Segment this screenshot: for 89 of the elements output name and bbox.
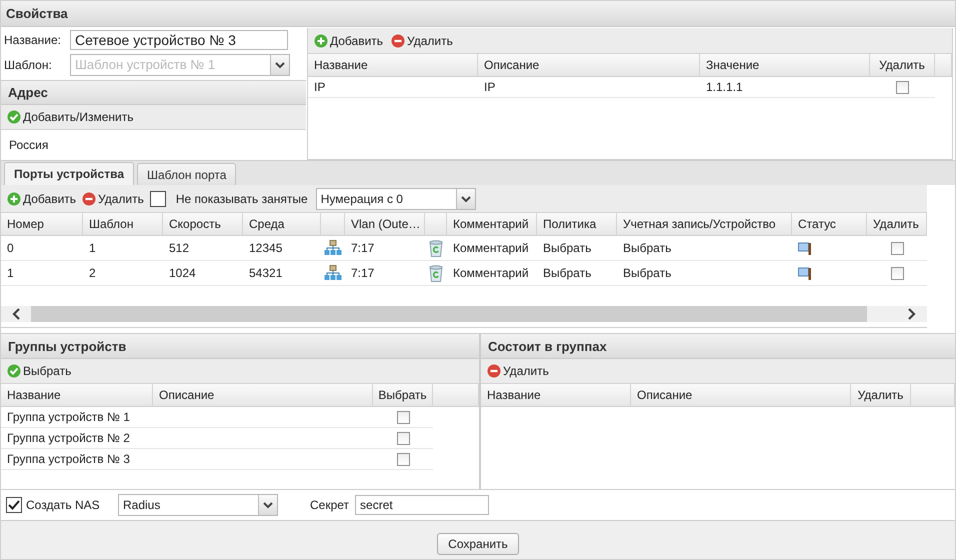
tab[interactable]: Шаблон порта (137, 163, 236, 185)
column-header[interactable]: Значение (700, 54, 870, 76)
add-button[interactable]: Добавить (7, 192, 76, 206)
delete-button[interactable]: Удалить (82, 192, 144, 206)
remove-icon (487, 364, 501, 378)
column-header[interactable]: Выбрать (373, 384, 433, 406)
trash-icon[interactable] (429, 264, 443, 282)
create-nas-checkbox[interactable] (6, 497, 22, 513)
tab[interactable]: Порты устройства (4, 162, 134, 185)
table-cell-text: 512 (168, 240, 190, 257)
column-header[interactable]: Удалить (870, 54, 935, 76)
address-text: Россия (9, 138, 48, 152)
column-header[interactable]: Название (481, 384, 631, 406)
column-header[interactable]: Удалить (867, 213, 927, 235)
column-header[interactable]: Номер (1, 213, 83, 235)
column-header[interactable]: Название (308, 54, 478, 76)
table-cell-text: Группа устройств № 3 (6, 451, 131, 468)
table-cell-text: IP (313, 79, 326, 96)
column-header[interactable]: Комментарий (447, 213, 537, 235)
panel-title: Свойства (6, 6, 68, 21)
column-header[interactable]: Скорость (163, 213, 243, 235)
delete-button[interactable]: Удалить (487, 364, 549, 378)
delete-checkbox[interactable] (896, 80, 909, 94)
column-header[interactable]: Учетная запись/Устройство (617, 213, 792, 235)
horizontal-scrollbar[interactable] (1, 306, 927, 322)
check-icon (7, 364, 21, 378)
table-cell-text: 7:17 (350, 240, 376, 257)
table-cell-text: 1.1.1.1 (705, 79, 744, 96)
column-header[interactable]: Описание (631, 384, 851, 406)
add-button[interactable]: Добавить (314, 34, 384, 48)
field-label: Шаблон: (3, 58, 53, 72)
status-flag-icon (798, 266, 812, 280)
checkbox-label: Создать NAS (26, 498, 101, 512)
table-cell-text: Выбрать (622, 240, 672, 257)
column-header[interactable]: Среда (243, 213, 321, 235)
table-cell-text: Комментарий (452, 265, 530, 282)
name-field[interactable]: Сетевое устройство № 3 (70, 30, 288, 50)
table-cell-text: 7:17 (350, 265, 376, 282)
table-cell-text: Комментарий (452, 240, 530, 257)
section-title: Адрес (8, 85, 48, 100)
remove-icon (391, 34, 406, 48)
remove-icon (82, 192, 96, 206)
table-cell-text: 54321 (248, 265, 284, 282)
table-cell-text: IP (483, 79, 496, 96)
delete-checkbox[interactable] (890, 266, 904, 280)
select-checkbox[interactable] (396, 452, 410, 466)
section-title: Группы устройств (8, 338, 126, 354)
numbering-select[interactable]: Нумерация с 0 (316, 188, 476, 210)
section-title: Состоит в группах (488, 338, 607, 354)
network-icon[interactable] (324, 265, 342, 281)
column-header[interactable]: Статус (792, 213, 867, 235)
scroll-left-icon[interactable] (11, 308, 21, 320)
table-cell-text: Выбрать (622, 265, 672, 282)
column-header[interactable]: Удалить (851, 384, 911, 406)
delete-checkbox[interactable] (890, 242, 904, 254)
check-icon (7, 110, 21, 124)
network-icon[interactable] (324, 240, 342, 256)
add-icon (314, 34, 328, 48)
table-cell-text: 0 (6, 240, 15, 257)
column-header[interactable]: Политика (537, 213, 617, 235)
column-header[interactable]: Описание (153, 384, 373, 406)
field-label: Название: (3, 32, 62, 46)
protocol-select[interactable]: Radius (118, 494, 278, 516)
select-button[interactable]: Выбрать (7, 364, 72, 378)
column-header[interactable]: Описание (478, 54, 700, 76)
column-header[interactable]: Vlan (Oute… (345, 213, 425, 235)
scroll-right-icon[interactable] (907, 308, 917, 320)
column-header[interactable]: Название (1, 384, 153, 406)
field-label: Секрет (310, 498, 350, 512)
table-cell-text: 12345 (248, 240, 284, 257)
save-button[interactable]: Сохранить (437, 533, 519, 555)
delete-button[interactable]: Удалить (391, 34, 453, 48)
table-cell-text: Группа устройств № 2 (6, 430, 131, 447)
status-flag-icon (798, 241, 812, 255)
table-cell-text: Выбрать (542, 265, 592, 282)
table-cell-text: 1 (88, 240, 97, 257)
table-cell-text: 1 (6, 265, 15, 282)
hide-busy-checkbox[interactable] (150, 190, 166, 206)
table-cell-text: 2 (88, 265, 97, 282)
select-checkbox[interactable] (396, 432, 410, 444)
secret-field[interactable]: secret (355, 495, 490, 515)
table-cell-text: Выбрать (542, 240, 592, 257)
table-cell-text: Группа устройств № 1 (6, 409, 131, 426)
select-checkbox[interactable] (396, 410, 410, 424)
add-icon (7, 192, 21, 206)
checkbox-label: Не показывать занятые (176, 192, 308, 206)
table-cell-text: 1024 (168, 265, 197, 282)
column-header[interactable]: Шаблон (83, 213, 163, 235)
trash-icon[interactable] (429, 240, 443, 256)
